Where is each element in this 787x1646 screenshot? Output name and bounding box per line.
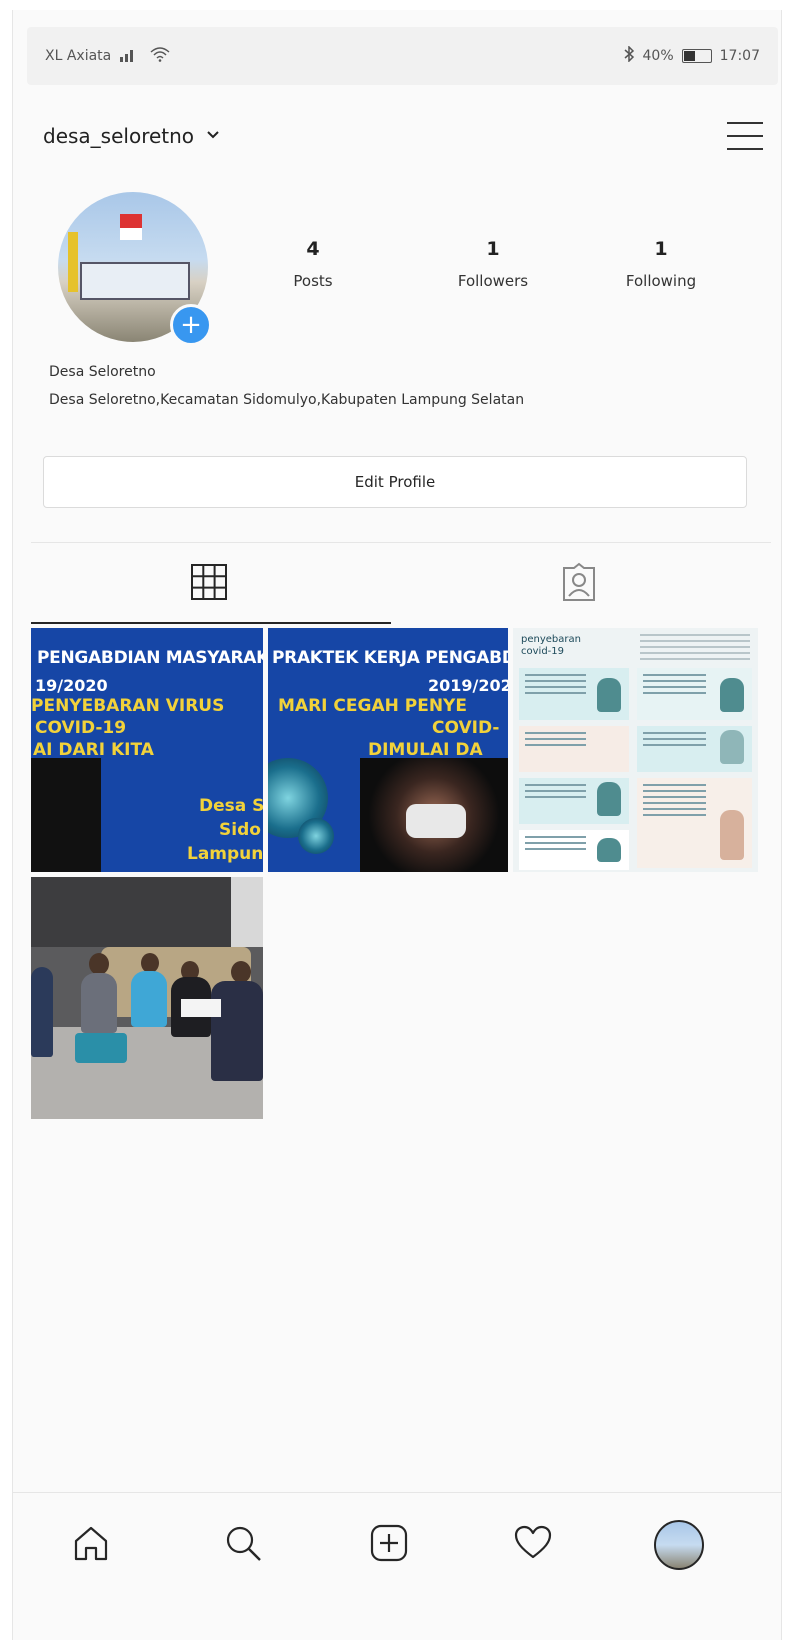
add-post-icon <box>369 1523 409 1567</box>
profile-name: Desa Seloretno <box>49 364 156 380</box>
tab-tagged[interactable] <box>386 550 771 618</box>
active-tab-indicator <box>31 622 391 624</box>
menu-icon[interactable] <box>727 122 763 150</box>
nav-new-post[interactable] <box>359 1515 419 1575</box>
followers-label: Followers <box>457 272 529 290</box>
nav-profile[interactable] <box>649 1515 709 1575</box>
post-line: DIMULAI DA <box>368 740 483 760</box>
post-title: PRAKTEK KERJA PENGABD <box>272 648 508 668</box>
nav-home[interactable] <box>61 1515 121 1575</box>
grid-icon <box>190 563 228 605</box>
divider <box>31 542 771 543</box>
battery-percent: 40% <box>642 48 674 64</box>
bottom-navigation <box>13 1492 781 1640</box>
post-signature: Desa S <box>199 796 263 816</box>
home-icon <box>71 1523 111 1567</box>
post-line: COVID-19 <box>35 718 127 738</box>
profile-stats: 4 Posts 1 Followers 1 Following <box>253 238 773 308</box>
tab-posts-grid[interactable] <box>31 550 386 618</box>
followers-count: 1 <box>486 238 500 260</box>
posts-count: 4 <box>306 238 320 260</box>
post-line: COVID- <box>432 718 500 738</box>
add-story-icon[interactable]: + <box>170 304 212 346</box>
post-line: AI DARI KITA <box>33 740 154 760</box>
chevron-down-icon <box>206 128 220 144</box>
nav-search[interactable] <box>213 1515 273 1575</box>
post-line: PENYEBARAN VIRUS <box>31 696 225 716</box>
stat-following[interactable]: 1 Following <box>601 238 721 290</box>
carrier-name: XL Axiata <box>45 48 112 64</box>
bluetooth-icon <box>623 45 635 66</box>
search-icon <box>223 1523 263 1567</box>
profile-avatar <box>654 1520 704 1570</box>
edit-profile-button[interactable]: Edit Profile <box>43 456 747 508</box>
post-thumbnail[interactable]: PENGABDIAN MASYARAKAT 19/2020 PENYEBARAN… <box>31 628 263 872</box>
post-title: penyebaran covid-19 <box>521 634 581 657</box>
clock: 17:07 <box>719 48 760 64</box>
status-bar: XL Axiata 40% 17:07 <box>27 27 778 85</box>
post-signature: Lampun <box>187 844 263 864</box>
following-label: Following <box>625 272 697 290</box>
person-tag-icon <box>560 562 598 606</box>
signal-icon <box>119 46 141 66</box>
posts-label: Posts <box>293 272 333 290</box>
nav-activity[interactable] <box>503 1515 563 1575</box>
profile-avatar-container[interactable]: + <box>58 192 212 346</box>
username: desa_seloretno <box>43 124 195 148</box>
profile-bio: Desa Seloretno,Kecamatan Sidomulyo,Kabup… <box>49 392 525 408</box>
battery-icon <box>681 49 712 63</box>
wifi-icon <box>149 46 171 66</box>
post-title: PENGABDIAN MASYARAKAT <box>37 648 263 668</box>
post-thumbnail[interactable]: PRAKTEK KERJA PENGABD 2019/202 MARI CEGA… <box>268 628 508 872</box>
post-year: 19/2020 <box>35 676 108 695</box>
post-signature: Sido <box>219 820 261 840</box>
post-line: MARI CEGAH PENYE <box>278 696 467 716</box>
following-count: 1 <box>654 238 668 260</box>
heart-icon <box>513 1523 553 1567</box>
stat-posts[interactable]: 4 Posts <box>253 238 373 290</box>
post-thumbnail[interactable]: penyebaran covid-19 <box>513 628 758 872</box>
profile-header: desa_seloretno <box>43 106 763 166</box>
post-thumbnail[interactable] <box>31 877 263 1119</box>
post-year: 2019/202 <box>428 676 508 695</box>
phone-screen: XL Axiata 40% 17:07 desa_seloretno + 4 P… <box>12 10 782 1640</box>
account-switcher[interactable]: desa_seloretno <box>43 124 220 148</box>
stat-followers[interactable]: 1 Followers <box>433 238 553 290</box>
